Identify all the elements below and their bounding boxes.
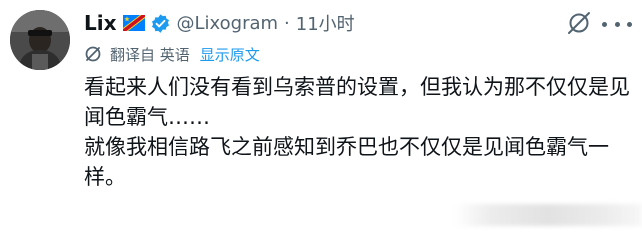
translation-notice: 翻译自 英语 显示原文: [84, 42, 260, 66]
translated-from-label: 翻译自 英语: [110, 45, 190, 64]
author-handle[interactable]: @Lixogram: [177, 13, 279, 34]
verified-badge-icon: [150, 13, 171, 34]
show-original-link[interactable]: 显示原文: [200, 44, 260, 65]
more-dot: [627, 21, 632, 27]
more-dot: [602, 21, 607, 27]
separator-dot: ·: [284, 12, 290, 34]
more-dot: [614, 21, 620, 27]
blurred-watermark: [454, 204, 642, 226]
dr-congo-flag-icon: [122, 15, 145, 31]
tweet-paragraph: 看起来人们没有看到乌索普的设置，但我认为那不仅仅是见闻色霸气……: [84, 75, 630, 129]
tweet-paragraph: 就像我相信路飞之前感知到乔巴也不仅仅是见闻色霸气一样。: [84, 135, 609, 189]
tweet-text: 看起来人们没有看到乌索普的设置，但我认为那不仅仅是见闻色霸气…… 就像我相信路飞…: [84, 72, 632, 192]
author-name[interactable]: Lix: [84, 11, 117, 35]
avatar[interactable]: [10, 10, 70, 70]
translate-icon: [84, 45, 102, 63]
timestamp[interactable]: 11小时: [296, 10, 355, 36]
more-icon[interactable]: [602, 14, 632, 34]
tweet-header: Lix @Lixogram · 11小时: [84, 8, 355, 38]
grok-icon[interactable]: [566, 10, 592, 36]
